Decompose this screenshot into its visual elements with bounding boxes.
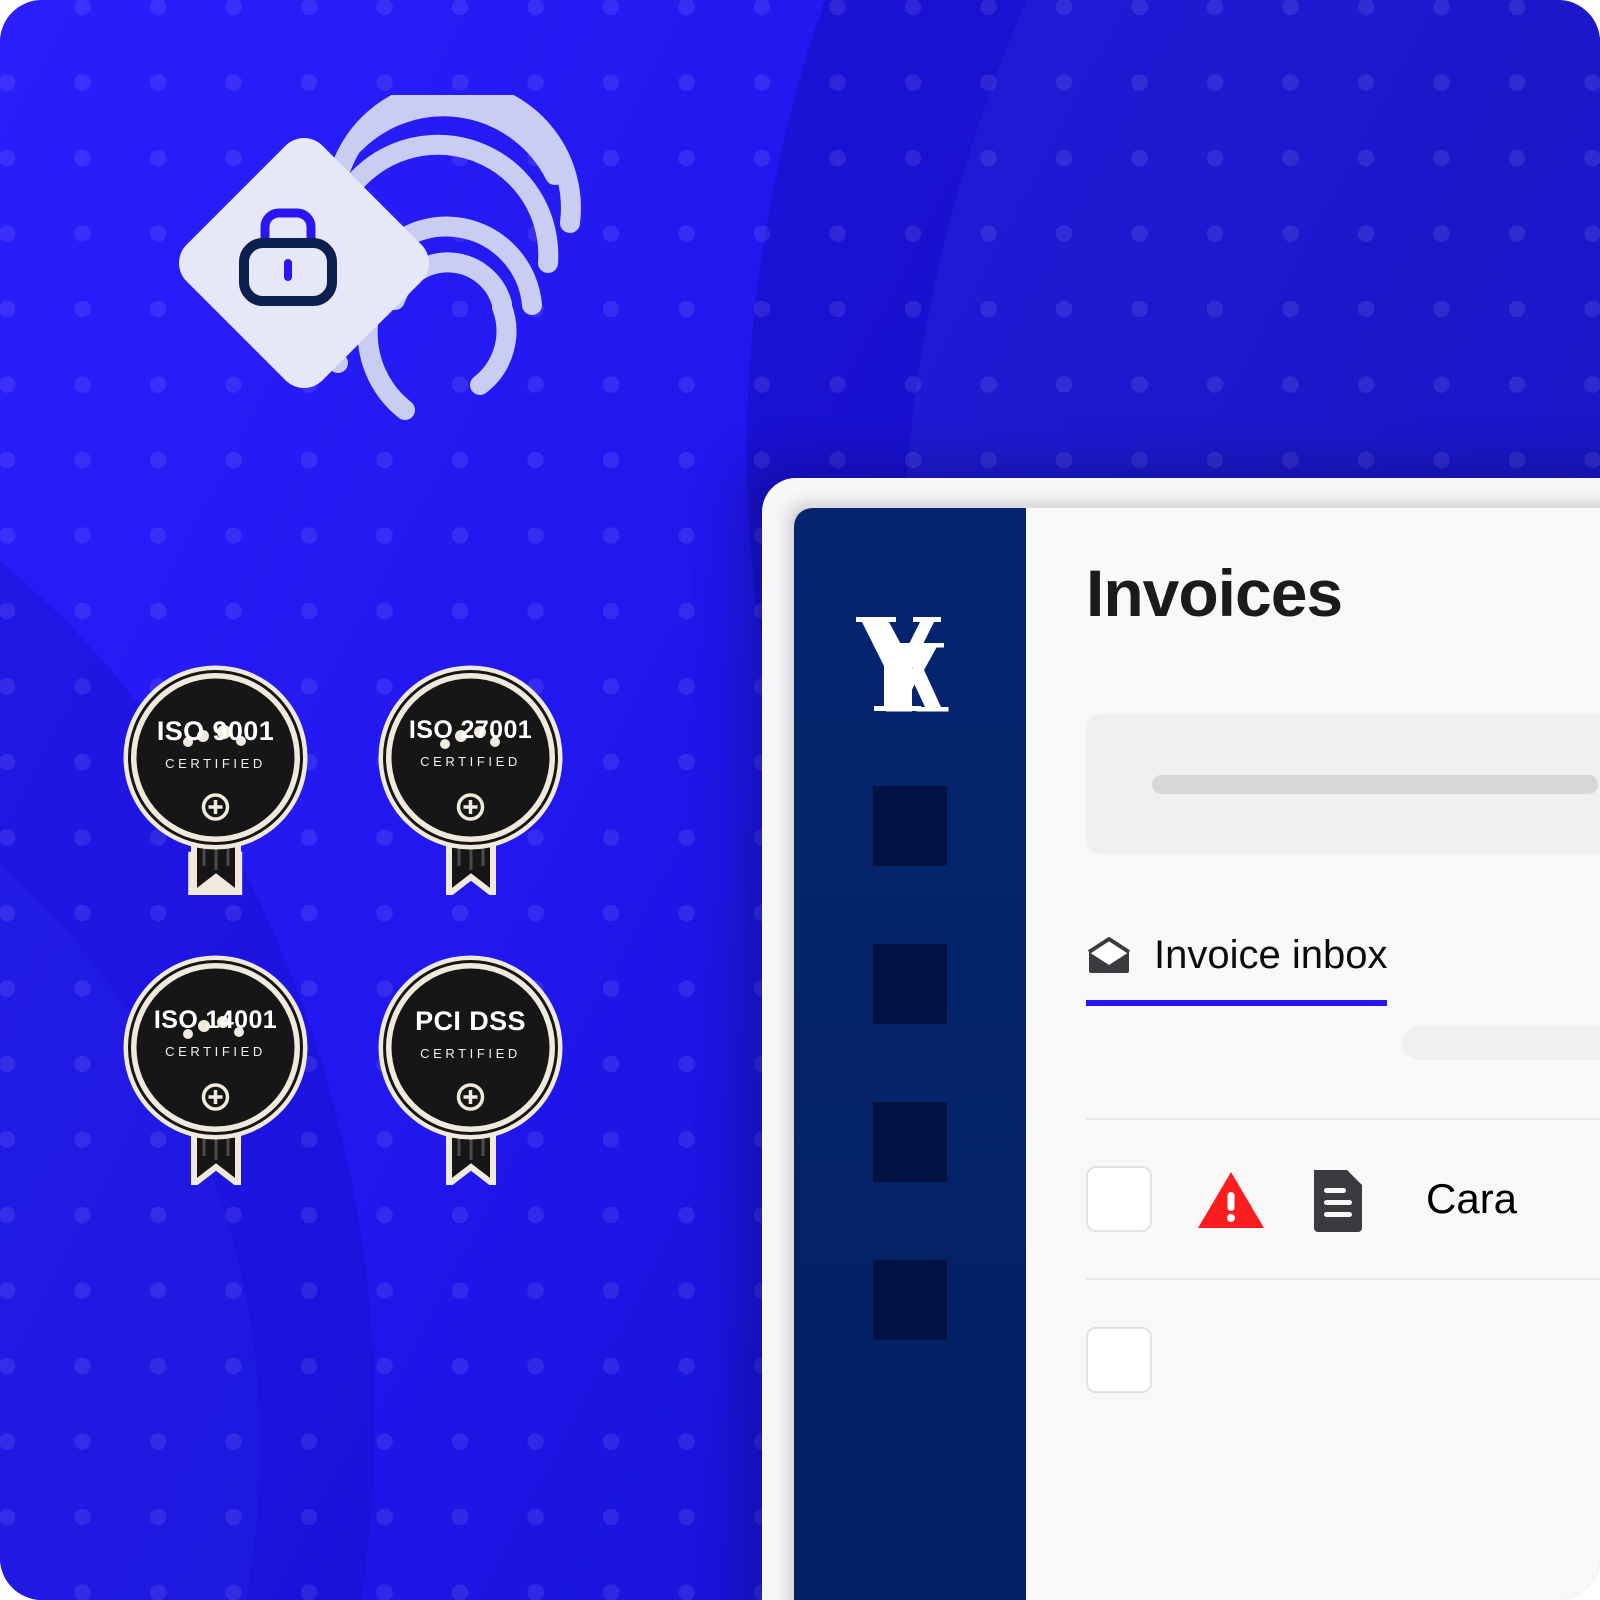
app-sidebar bbox=[794, 508, 1026, 1600]
promo-graphic: ISO 9001 CERTIFIED ISO 27001 CERTIFIED I… bbox=[0, 0, 1600, 1600]
badge-iso-9001: ISO 9001 CERTIFIED bbox=[118, 660, 313, 895]
toolbar-placeholder-pill[interactable] bbox=[1402, 1026, 1600, 1060]
badge-pci-dss: PCI DSS CERTIFIED bbox=[373, 950, 568, 1185]
lock-diamond-icon bbox=[179, 138, 429, 388]
app-main-content: Invoices Invoice inbox Cara bbox=[1026, 508, 1600, 1600]
sidebar-nav-placeholder[interactable] bbox=[873, 944, 947, 1024]
sidebar-nav-list bbox=[794, 786, 1026, 1340]
tab-label: Invoice inbox bbox=[1154, 933, 1388, 977]
table-row[interactable] bbox=[1086, 1280, 1600, 1440]
sidebar-nav-placeholder[interactable] bbox=[873, 786, 947, 866]
row-select-checkbox[interactable] bbox=[1086, 1166, 1152, 1232]
table-toolbar bbox=[1086, 1006, 1600, 1118]
envelope-open-glyph bbox=[1087, 937, 1131, 973]
badge-row: ISO 14001 CERTIFIED PCI DSS CERTIFIED bbox=[118, 950, 638, 1185]
badge-row: ISO 9001 CERTIFIED ISO 27001 CERTIFIED bbox=[118, 660, 638, 895]
tab-invoice-inbox[interactable]: Invoice inbox bbox=[1086, 932, 1388, 1006]
envelope-open-icon bbox=[1086, 932, 1132, 978]
certification-badges: ISO 9001 CERTIFIED ISO 27001 CERTIFIED I… bbox=[118, 660, 638, 1240]
filter-value-skeleton bbox=[1152, 774, 1598, 794]
document-icon bbox=[1310, 1166, 1366, 1232]
badge-iso-14001: ISO 14001 CERTIFIED bbox=[118, 950, 313, 1185]
certification-seal-icon bbox=[378, 955, 563, 1185]
sidebar-nav-placeholder[interactable] bbox=[873, 1260, 947, 1340]
warning-triangle-glyph bbox=[1198, 1172, 1264, 1228]
certification-seal-icon bbox=[123, 955, 308, 1185]
page-title: Invoices bbox=[1086, 556, 1343, 630]
hero-svg bbox=[179, 95, 581, 420]
row-vendor-name: Cara bbox=[1426, 1175, 1518, 1222]
warning-triangle-icon bbox=[1196, 1168, 1266, 1230]
certification-seal-icon bbox=[123, 665, 308, 895]
badge-iso-27001: ISO 27001 CERTIFIED bbox=[373, 660, 568, 895]
sidebar-nav-placeholder[interactable] bbox=[873, 1102, 947, 1182]
certification-seal-icon bbox=[378, 665, 563, 895]
yx-monogram-icon bbox=[856, 617, 949, 712]
row-select-checkbox[interactable] bbox=[1086, 1327, 1152, 1393]
table-row[interactable]: Cara bbox=[1086, 1120, 1600, 1280]
app-window-frame: Invoices Invoice inbox Cara bbox=[762, 478, 1600, 1600]
invoice-table: Cara bbox=[1086, 1118, 1600, 1440]
app-logo[interactable] bbox=[794, 600, 1026, 728]
app-window: Invoices Invoice inbox Cara bbox=[794, 508, 1600, 1600]
filter-dropdown[interactable] bbox=[1086, 714, 1600, 854]
tab-bar: Invoice inbox bbox=[1086, 932, 1600, 1006]
security-hero-illustration bbox=[150, 95, 610, 425]
document-glyph bbox=[1314, 1170, 1362, 1232]
